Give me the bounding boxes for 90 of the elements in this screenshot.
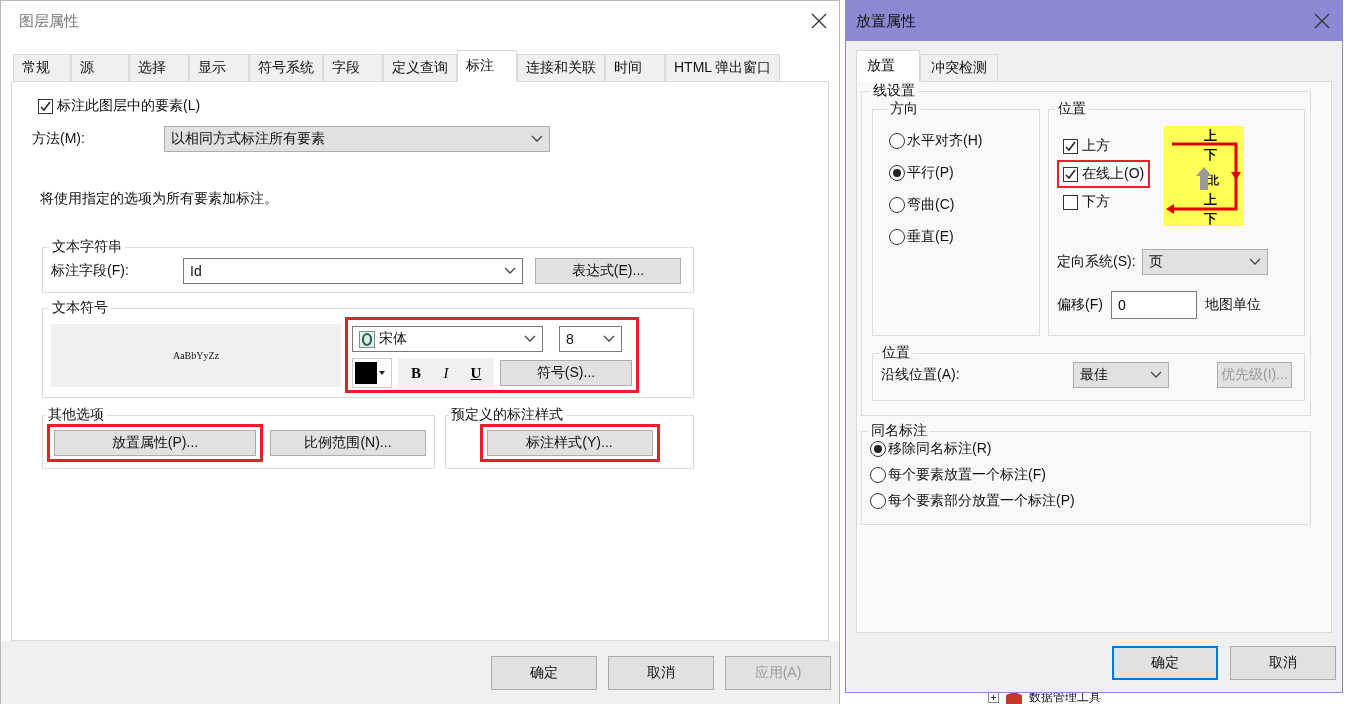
group-title: 预定义的标注样式 bbox=[450, 406, 564, 424]
radio-button[interactable] bbox=[889, 197, 905, 213]
group-title: 位置 bbox=[881, 344, 911, 362]
window-title: 图层属性 bbox=[19, 11, 79, 31]
group-title: 线设置 bbox=[872, 82, 916, 100]
underline-button[interactable]: U bbox=[462, 359, 490, 387]
tab[interactable]: 符号系统 bbox=[249, 54, 323, 82]
font-icon bbox=[359, 330, 375, 348]
scale-range-button[interactable]: 比例范围(N)... bbox=[270, 430, 426, 456]
radio-button[interactable] bbox=[870, 467, 886, 483]
window-title: 放置属性 bbox=[856, 11, 916, 31]
tab[interactable]: 常规 bbox=[13, 54, 71, 82]
italic-button[interactable]: I bbox=[432, 359, 460, 387]
field-label: 定向系统(S): bbox=[1057, 253, 1136, 271]
checkbox[interactable] bbox=[38, 98, 53, 114]
radio-label: 每个要素放置一个标注(F) bbox=[888, 466, 1046, 484]
group-title: 方向 bbox=[889, 100, 919, 118]
chevron-down-icon bbox=[504, 267, 516, 275]
close-icon[interactable] bbox=[811, 13, 827, 29]
checkbox-label: 上方 bbox=[1082, 137, 1110, 155]
description-text: 将使用指定的选项为所有要素加标注。 bbox=[40, 190, 278, 208]
radio-label: 每个要素部分放置一个标注(P) bbox=[888, 492, 1075, 510]
field-label: 沿线位置(A): bbox=[881, 366, 961, 384]
caret-icon bbox=[379, 371, 385, 375]
expression-button[interactable]: 表达式(E)... bbox=[535, 258, 681, 284]
checkbox-label: 在线上(O) bbox=[1082, 165, 1145, 183]
radio-button[interactable] bbox=[870, 441, 886, 457]
field-label: 标注字段(F): bbox=[51, 262, 130, 280]
symbol-button[interactable]: 符号(S)... bbox=[500, 360, 632, 386]
unit-label: 地图单位 bbox=[1204, 296, 1261, 314]
group-title: 文本符号 bbox=[51, 299, 109, 317]
radio-label: 移除同名标注(R) bbox=[888, 440, 992, 458]
chevron-down-icon bbox=[1248, 258, 1261, 266]
radio-label: 平行(P) bbox=[907, 164, 954, 182]
tab[interactable]: HTML 弹出窗口 bbox=[665, 54, 781, 82]
tab[interactable]: 显示 bbox=[189, 54, 249, 82]
radio-label: 垂直(E) bbox=[907, 228, 954, 246]
bold-button[interactable]: B bbox=[402, 359, 430, 387]
chevron-down-icon bbox=[524, 335, 536, 343]
toolbox-icon bbox=[1005, 691, 1023, 704]
field-label: 偏移(F) bbox=[1057, 296, 1103, 314]
dropdown[interactable]: Id bbox=[183, 258, 523, 284]
dialog-button[interactable]: 确定 bbox=[491, 656, 597, 690]
dropdown[interactable]: 8 bbox=[559, 326, 622, 352]
font-dropdown[interactable]: 宋体 bbox=[352, 326, 543, 352]
dropdown[interactable]: 最佳 bbox=[1073, 362, 1169, 388]
group-title: 位置 bbox=[1057, 100, 1087, 118]
radio-label: 弯曲(C) bbox=[907, 196, 955, 214]
diagram-label: 上 bbox=[1204, 192, 1218, 207]
chevron-down-icon bbox=[531, 135, 543, 143]
tab[interactable]: 时间 bbox=[605, 54, 665, 82]
radio-label: 水平对齐(H) bbox=[907, 132, 983, 150]
dropdown[interactable]: 以相同方式标注所有要素 bbox=[164, 126, 550, 152]
diagram-label: 上 bbox=[1204, 128, 1218, 143]
label-styles-button[interactable]: 标注样式(Y)... bbox=[486, 430, 653, 456]
dialog-button[interactable]: 取消 bbox=[608, 656, 714, 690]
group-title: 其他选项 bbox=[47, 406, 105, 424]
diagram-label: 北 bbox=[1208, 174, 1220, 186]
tab[interactable]: 字段 bbox=[323, 54, 383, 82]
diagram-label: 下 bbox=[1204, 211, 1218, 226]
text-preview: AaBbYyZz bbox=[51, 323, 341, 387]
dialog-button[interactable]: 确定 bbox=[1112, 646, 1218, 680]
color-button[interactable] bbox=[352, 358, 392, 388]
tab[interactable]: 放置 bbox=[856, 50, 920, 82]
tab[interactable]: 选择 bbox=[129, 54, 189, 82]
checkbox[interactable] bbox=[1063, 166, 1078, 182]
checkbox-label: 下方 bbox=[1082, 193, 1110, 211]
checkbox[interactable] bbox=[1063, 194, 1078, 210]
color-swatch bbox=[355, 362, 377, 384]
dialog-button[interactable]: 取消 bbox=[1230, 646, 1336, 680]
radio-button[interactable] bbox=[889, 229, 905, 245]
dropdown[interactable]: 页 bbox=[1141, 249, 1268, 275]
checkbox-label: 标注此图层中的要素(L) bbox=[57, 97, 201, 115]
tab[interactable]: 冲突检测 bbox=[920, 54, 998, 82]
tab[interactable]: 连接和关联 bbox=[517, 54, 605, 82]
radio-button[interactable] bbox=[889, 133, 905, 149]
radio-button[interactable] bbox=[889, 165, 905, 181]
offset-field[interactable]: 0 bbox=[1110, 291, 1197, 319]
placement-properties-button[interactable]: 放置属性(P)... bbox=[54, 430, 256, 456]
group-title: 同名标注 bbox=[870, 422, 928, 440]
diagram-label: 下 bbox=[1204, 147, 1218, 162]
checkbox[interactable] bbox=[1063, 138, 1078, 154]
chevron-down-icon bbox=[1150, 371, 1162, 379]
radio-button[interactable] bbox=[870, 493, 886, 509]
tab[interactable]: 定义查询 bbox=[383, 54, 457, 82]
group-title: 文本字符串 bbox=[51, 238, 123, 256]
tab[interactable]: 源 bbox=[71, 54, 129, 82]
field-label: 方法(M): bbox=[32, 130, 86, 148]
chevron-down-icon bbox=[603, 335, 615, 343]
tab[interactable]: 标注 bbox=[457, 50, 517, 82]
